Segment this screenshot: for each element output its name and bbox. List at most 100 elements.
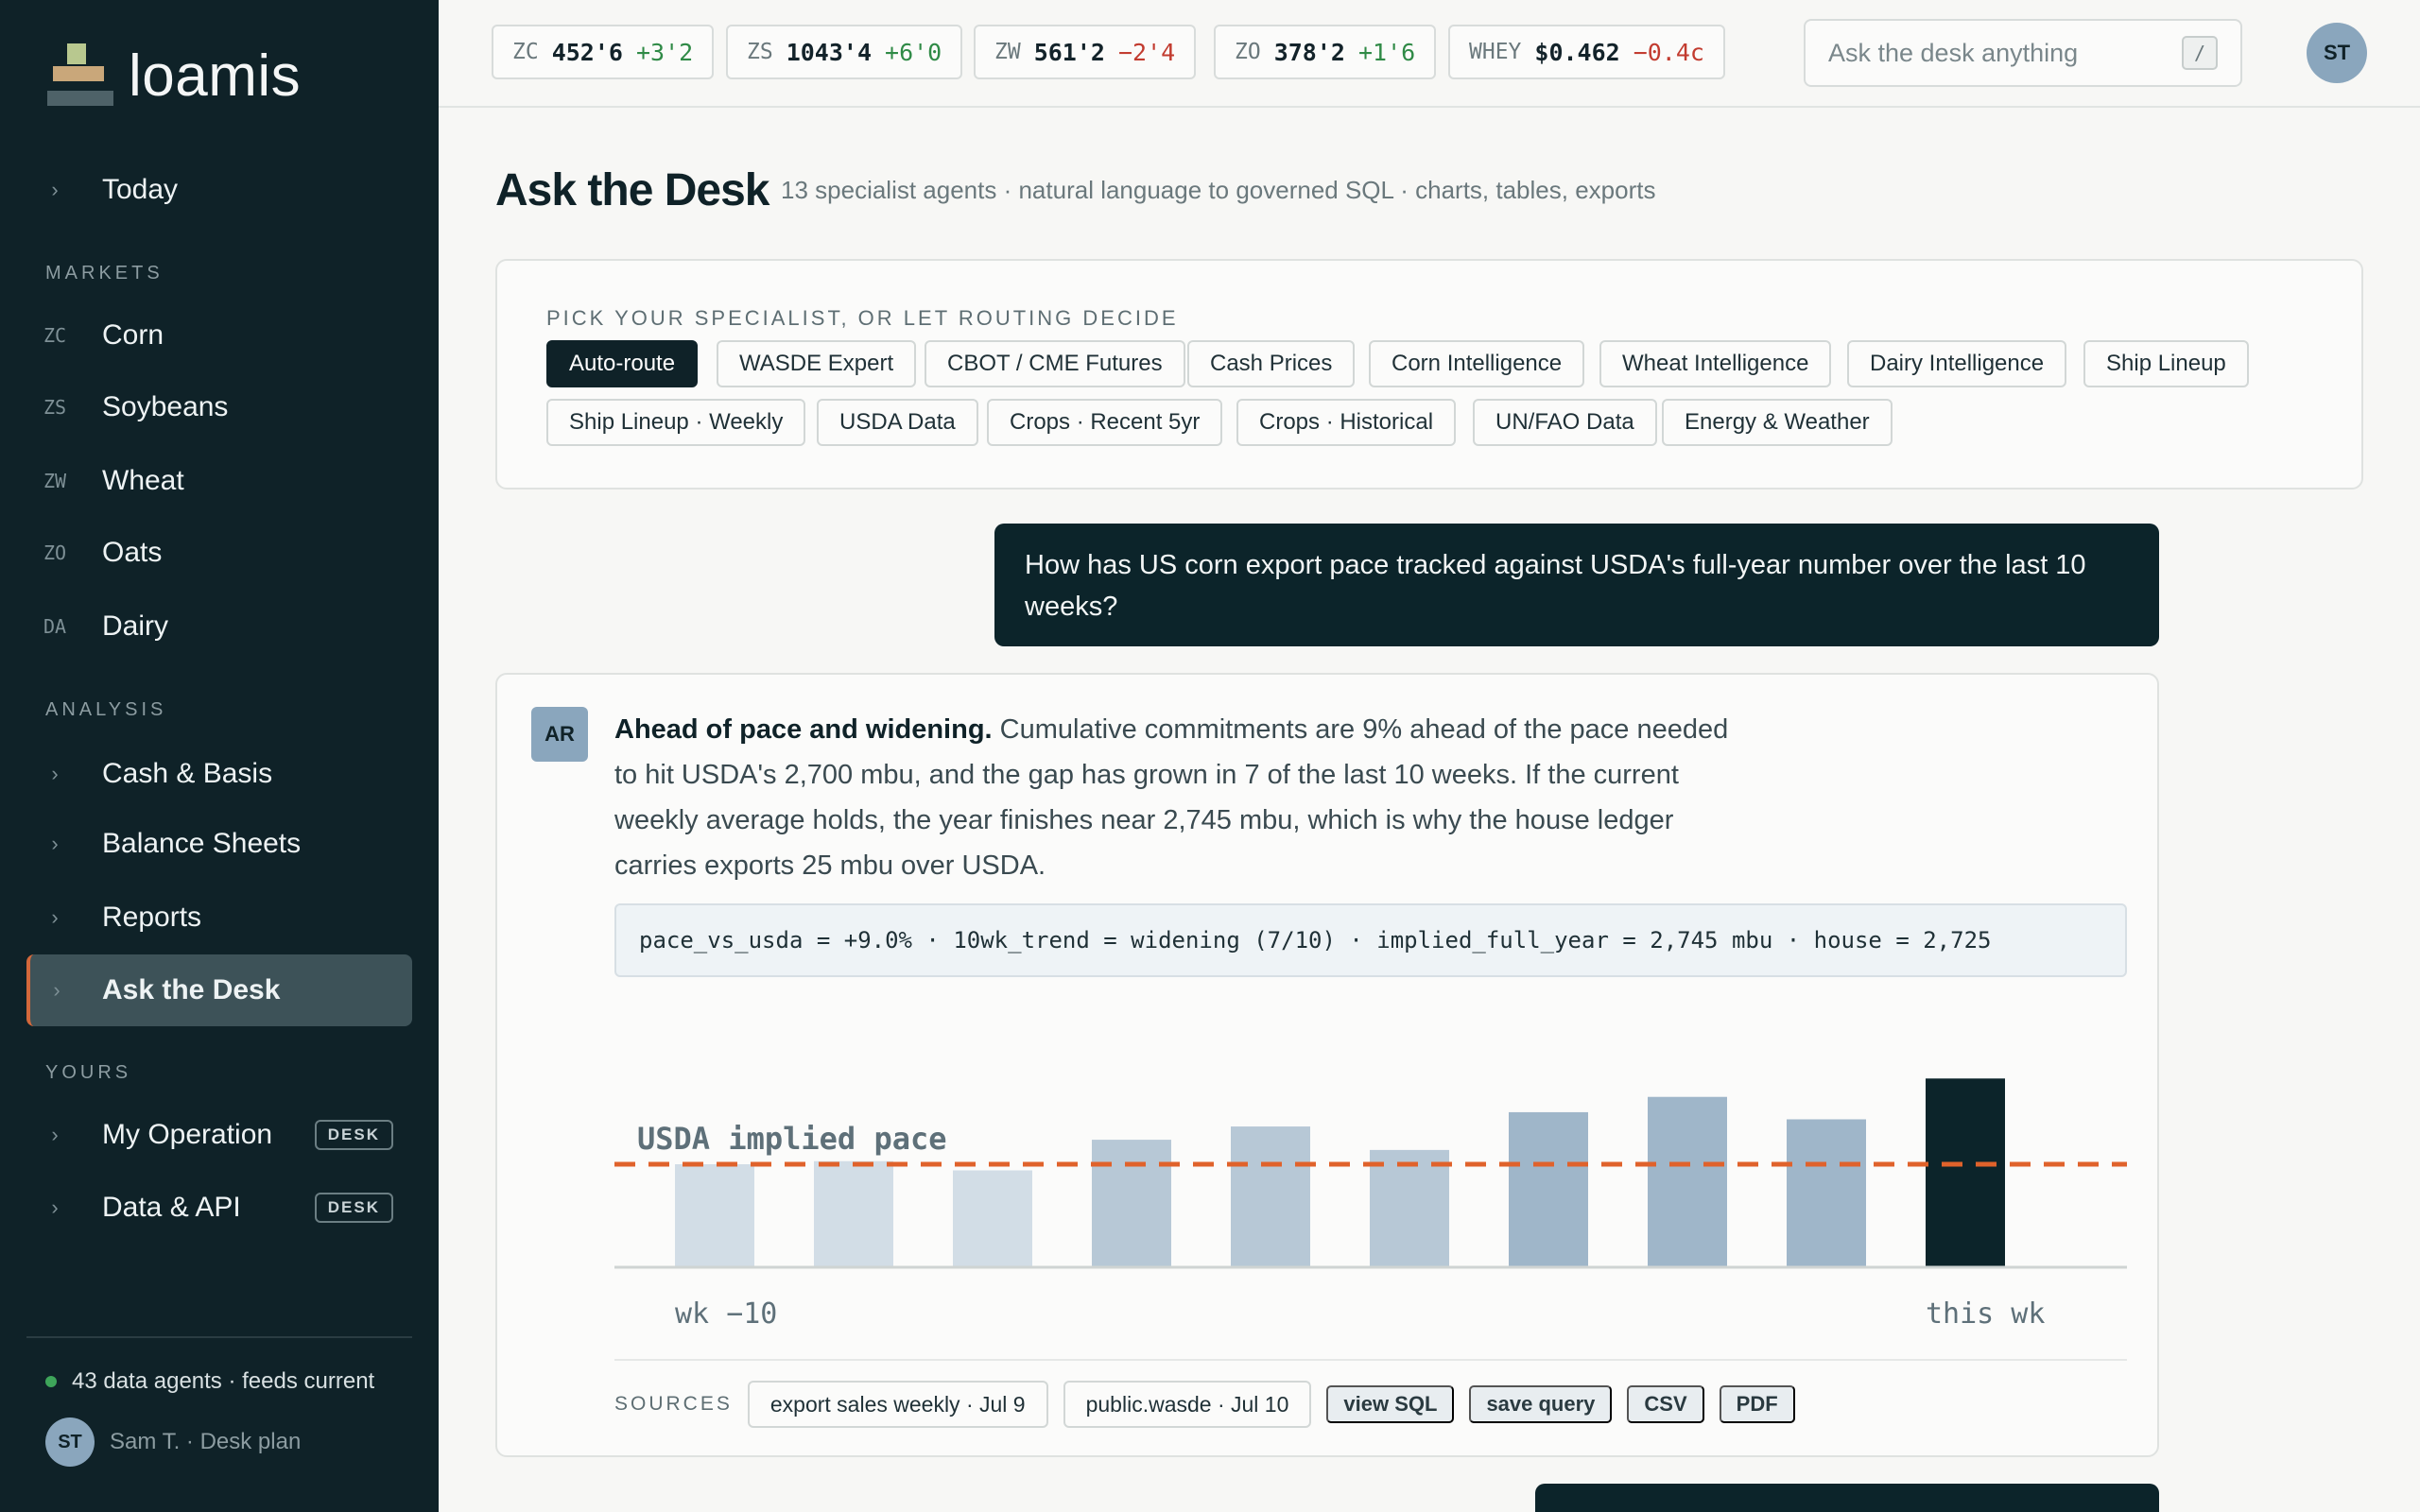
sidebar-item-label: Ask the Desk xyxy=(102,974,281,1005)
sidebar-item-dairy[interactable]: DA Dairy xyxy=(26,593,412,660)
chart-bar xyxy=(1370,1149,1449,1266)
logo[interactable]: loamis xyxy=(45,38,301,113)
chart-bar xyxy=(1787,1119,1866,1266)
chip-cbot-cme-futures[interactable]: CBOT / CME Futures xyxy=(925,340,1185,387)
page-title: Ask the Desk xyxy=(495,165,769,215)
feed-status-text: 43 data agents · feeds current xyxy=(72,1368,375,1394)
specialist-picker: PICK YOUR SPECIALIST, OR LET ROUTING DEC… xyxy=(495,259,2363,490)
chip-ship-lineup[interactable]: Ship Lineup xyxy=(2083,340,2249,387)
sidebar-item-label: Balance Sheets xyxy=(102,828,302,859)
chip-auto-route[interactable]: Auto-route xyxy=(546,340,699,387)
ticker-symbol: ZO xyxy=(1235,40,1261,64)
source-export-sales[interactable]: export sales weekly · Jul 9 xyxy=(747,1381,1048,1428)
sidebar-item-cash-basis[interactable]: › Cash & Basis xyxy=(26,741,412,807)
sidebar-item-reports[interactable]: › Reports xyxy=(26,885,412,951)
metrics-summary: pace_vs_usda = +9.0% · 10wk_trend = wide… xyxy=(614,903,2127,977)
ticker-price: 561'2 xyxy=(1033,38,1105,66)
chip-cash-prices[interactable]: Cash Prices xyxy=(1187,340,1356,387)
sidebar-item-label: Corn xyxy=(102,319,164,351)
ticker-zc[interactable]: ZC 452'6 +3'2 xyxy=(492,25,715,79)
sidebar-item-label: Cash & Basis xyxy=(102,758,273,789)
chip-usda-data[interactable]: USDA Data xyxy=(817,399,978,446)
sidebar-item-my-operation[interactable]: › My Operation DESK xyxy=(26,1102,412,1168)
chevron-right-icon: › xyxy=(51,905,59,929)
next-message-bubble xyxy=(1535,1484,2159,1512)
chip-wasde-expert[interactable]: WASDE Expert xyxy=(717,340,917,387)
search-placeholder: Ask the desk anything xyxy=(1828,38,2079,67)
ticker-zw[interactable]: ZW 561'2 −2'4 xyxy=(974,25,1197,79)
agent-badge: AR xyxy=(531,707,588,762)
section-label-markets: MARKETS xyxy=(45,263,164,284)
chart-bar xyxy=(1509,1111,1588,1266)
ticker-price: $0.462 xyxy=(1534,38,1620,66)
desk-badge: DESK xyxy=(314,1120,393,1150)
chevron-right-icon: › xyxy=(51,762,59,785)
ticker-change: −0.4c xyxy=(1633,38,1704,66)
user-account[interactable]: ST Sam T. · Desk plan xyxy=(45,1418,301,1467)
sidebar-item-label: Dairy xyxy=(102,610,169,642)
reference-line-label: USDA implied pace xyxy=(637,1121,947,1157)
chart-tick-label: wk −10 xyxy=(675,1297,777,1331)
feed-status: 43 data agents · feeds current xyxy=(45,1368,374,1395)
chevron-right-icon: › xyxy=(51,832,59,855)
sidebar-item-ask-the-desk[interactable]: › Ask the Desk xyxy=(26,954,412,1026)
sidebar-item-data-api[interactable]: › Data & API DESK xyxy=(26,1175,412,1241)
chip-un-fao-data[interactable]: UN/FAO Data xyxy=(1473,399,1657,446)
chip-wheat-intelligence[interactable]: Wheat Intelligence xyxy=(1599,340,1832,387)
save-query-button[interactable]: save query xyxy=(1469,1385,1613,1423)
shortcut-key: / xyxy=(2182,36,2218,70)
pdf-export-button[interactable]: PDF xyxy=(1719,1385,1795,1423)
chip-dairy-intelligence[interactable]: Dairy Intelligence xyxy=(1847,340,2067,387)
sidebar-item-balance-sheets[interactable]: › Balance Sheets xyxy=(26,811,412,877)
ticker-price: 378'2 xyxy=(1273,38,1345,66)
status-dot-icon xyxy=(45,1376,57,1387)
sidebar-item-label: Wheat xyxy=(102,465,184,496)
ticker-zs[interactable]: ZS 1043'4 +6'0 xyxy=(726,25,963,79)
source-wasde[interactable]: public.wasde · Jul 10 xyxy=(1063,1381,1312,1428)
specialist-picker-label: PICK YOUR SPECIALIST, OR LET ROUTING DEC… xyxy=(546,306,1179,330)
page-subtitle: 13 specialist agents · natural language … xyxy=(781,176,1656,204)
sidebar-item-label: Soybeans xyxy=(102,391,229,422)
sidebar-item-label: Reports xyxy=(102,902,202,933)
market-code: ZO xyxy=(43,541,67,564)
logo-mark-icon xyxy=(45,38,115,113)
chip-energy-weather[interactable]: Energy & Weather xyxy=(1662,399,1893,446)
sources-bar: SOURCES export sales weekly · Jul 9 publ… xyxy=(614,1378,2127,1431)
sidebar-item-oats[interactable]: ZO Oats xyxy=(26,520,412,586)
sources-label: SOURCES xyxy=(614,1393,733,1415)
chevron-right-icon: › xyxy=(53,978,60,1002)
sidebar-item-soybeans[interactable]: ZS Soybeans xyxy=(26,374,412,440)
ticker-symbol: WHEY xyxy=(1469,40,1522,64)
sidebar-item-today[interactable]: › Today xyxy=(26,157,412,223)
chip-crops-historical[interactable]: Crops · Historical xyxy=(1236,399,1457,446)
chart-bar xyxy=(1648,1096,1727,1266)
ticker-symbol: ZC xyxy=(512,40,539,64)
export-pace-chart: USDA implied pace wk −10 this wk xyxy=(614,1078,2127,1331)
market-code: ZC xyxy=(43,324,67,347)
avatar[interactable]: ST xyxy=(2307,23,2367,83)
ticker-zo[interactable]: ZO 378'2 +1'6 xyxy=(1214,25,1437,79)
sidebar-item-label: Data & API xyxy=(102,1192,241,1223)
ticker-change: +1'6 xyxy=(1357,38,1416,66)
chip-crops-recent[interactable]: Crops · Recent 5yr xyxy=(987,399,1223,446)
user-plan: Sam T. · Desk plan xyxy=(110,1429,302,1454)
ticker-change: +6'0 xyxy=(885,38,942,66)
chart-bar xyxy=(1092,1140,1171,1266)
chart-bar xyxy=(814,1160,893,1266)
brand-name: loamis xyxy=(129,43,302,109)
csv-export-button[interactable]: CSV xyxy=(1627,1385,1704,1423)
top-bar: ZC 452'6 +3'2 ZS 1043'4 +6'0 ZW 561'2 −2… xyxy=(439,0,2420,108)
chart-divider xyxy=(614,1359,2127,1361)
chip-ship-lineup-weekly[interactable]: Ship Lineup · Weekly xyxy=(546,399,806,446)
chart-bar xyxy=(1231,1126,1310,1266)
ticker-change: +3'2 xyxy=(635,38,694,66)
ticker-whey[interactable]: WHEY $0.462 −0.4c xyxy=(1448,25,1725,79)
chip-corn-intelligence[interactable]: Corn Intelligence xyxy=(1369,340,1585,387)
chevron-right-icon: › xyxy=(51,178,59,201)
chevron-right-icon: › xyxy=(51,1195,59,1219)
view-sql-button[interactable]: view SQL xyxy=(1326,1385,1455,1423)
sidebar-item-wheat[interactable]: ZW Wheat xyxy=(26,448,412,514)
search-input[interactable]: Ask the desk anything / xyxy=(1804,19,2242,87)
sidebar-item-corn[interactable]: ZC Corn xyxy=(26,302,412,369)
answer-headline: Ahead of pace and widening. xyxy=(614,714,993,745)
